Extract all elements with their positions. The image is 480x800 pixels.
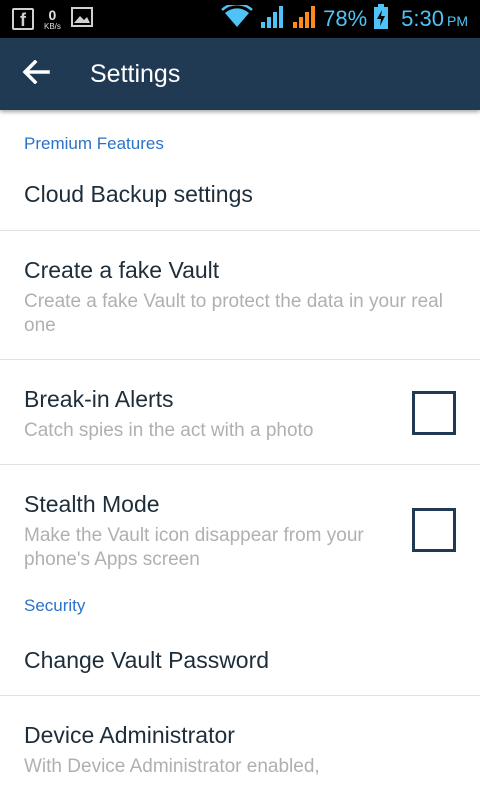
pref-cloud-backup-settings[interactable]: Cloud Backup settings: [0, 160, 480, 231]
status-bar-left: f 0 KB/s: [12, 6, 93, 32]
break-in-alerts-checkbox[interactable]: [412, 391, 456, 435]
signal-icon-2: [291, 5, 317, 33]
pref-title: Break-in Alerts: [24, 386, 174, 412]
settings-list: Premium Features Cloud Backup settings C…: [0, 110, 480, 780]
clock-ampm: PM: [447, 13, 468, 29]
pref-title: Change Vault Password: [24, 647, 270, 673]
pref-device-administrator[interactable]: Device Administrator With Device Adminis…: [0, 696, 480, 780]
stealth-mode-checkbox[interactable]: [412, 508, 456, 552]
pref-title: Cloud Backup settings: [24, 181, 253, 207]
status-bar-right: 78% 5:30 PM: [221, 2, 468, 34]
clock: 5:30 PM: [401, 6, 468, 32]
pref-title: Stealth Mode: [24, 491, 160, 517]
facebook-icon: f: [12, 8, 34, 30]
battery-charging-icon: [373, 4, 389, 34]
section-header-security: Security: [24, 596, 86, 615]
gallery-icon: [70, 7, 93, 31]
pref-break-in-alerts[interactable]: Break-in Alerts Catch spies in the act w…: [0, 360, 480, 465]
pref-change-vault-password[interactable]: Change Vault Password: [0, 625, 480, 696]
network-speed-value: 0: [48, 6, 57, 23]
pref-summary: Make the Vault icon disappear from your …: [24, 525, 364, 570]
pref-create-fake-vault[interactable]: Create a fake Vault Create a fake Vault …: [0, 231, 480, 360]
network-speed-unit: KB/s: [44, 21, 61, 31]
pref-summary: Create a fake Vault to protect the data …: [24, 291, 443, 336]
wifi-icon: [221, 2, 253, 33]
network-speed-indicator: 0 KB/s: [44, 8, 61, 31]
status-bar: f 0 KB/s 78% 5:30 PM: [0, 0, 480, 38]
page-title: Settings: [90, 59, 181, 88]
pref-stealth-mode[interactable]: Stealth Mode Make the Vault icon disappe…: [0, 465, 480, 590]
pref-summary: Catch spies in the act with a photo: [24, 420, 314, 441]
signal-icon: [259, 5, 285, 33]
pref-title: Device Administrator: [24, 722, 235, 748]
arrow-left-icon: [22, 59, 50, 88]
battery-percent: 78%: [323, 6, 368, 31]
pref-summary: With Device Administrator enabled,: [24, 756, 320, 777]
section-header-premium: Premium Features: [24, 134, 164, 153]
pref-title: Create a fake Vault: [24, 257, 220, 283]
app-bar: Settings: [0, 38, 480, 110]
clock-time: 5:30: [401, 6, 444, 31]
back-button[interactable]: [0, 38, 72, 110]
